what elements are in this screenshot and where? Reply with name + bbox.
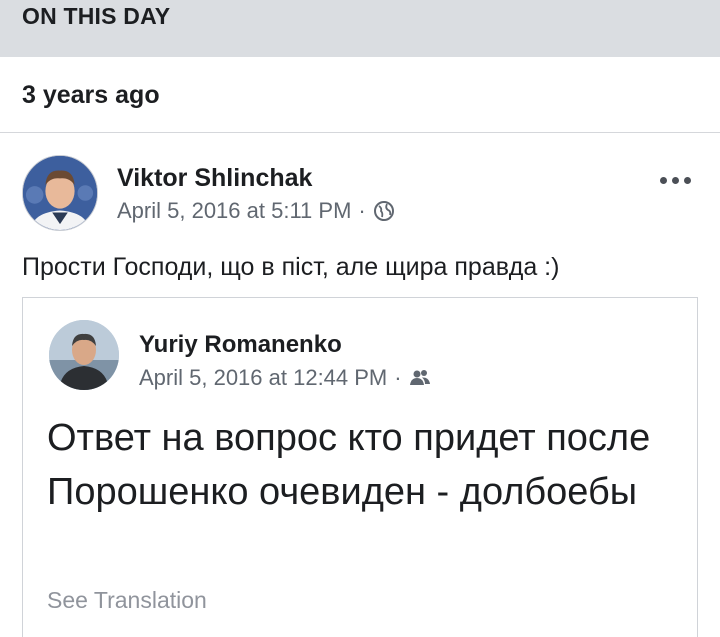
see-translation-link[interactable]: See Translation [47,587,207,614]
shared-post-text: Ответ на вопрос кто придет после Порошен… [47,417,651,513]
years-ago-header: 3 years ago [0,57,720,133]
years-ago-label: 3 years ago [22,81,160,109]
on-this-day-header: ON THIS DAY [0,0,720,57]
shared-author-avatar[interactable] [49,320,119,390]
post-timestamp[interactable]: April 5, 2016 at 5:11 PM [117,198,351,224]
section-title: ON THIS DAY [22,3,171,29]
globe-icon[interactable] [373,200,395,222]
post-author-name[interactable]: Viktor Shlinchak [117,164,312,193]
ellipsis-dot [672,176,679,184]
author-avatar-image [23,156,97,230]
ellipsis-dot [684,176,691,184]
shared-author-name[interactable]: Yuriy Romanenko [139,331,342,359]
shared-post-meta: April 5, 2016 at 12:44 PM · [139,365,431,391]
shared-post-timestamp[interactable]: April 5, 2016 at 12:44 PM [139,365,387,391]
post-meta: April 5, 2016 at 5:11 PM · [117,198,395,224]
meta-separator: · [394,365,402,390]
post-text: Прости Господи, що в піст, але щира прав… [22,253,560,281]
friends-icon[interactable] [409,368,431,388]
ellipsis-dot [660,176,667,184]
meta-separator: · [358,198,366,223]
author-avatar[interactable] [22,155,98,231]
ellipsis-icon[interactable] [660,170,700,190]
shared-post-card[interactable]: Yuriy Romanenko April 5, 2016 at 12:44 P… [22,297,698,637]
shared-author-avatar-image [49,320,119,390]
